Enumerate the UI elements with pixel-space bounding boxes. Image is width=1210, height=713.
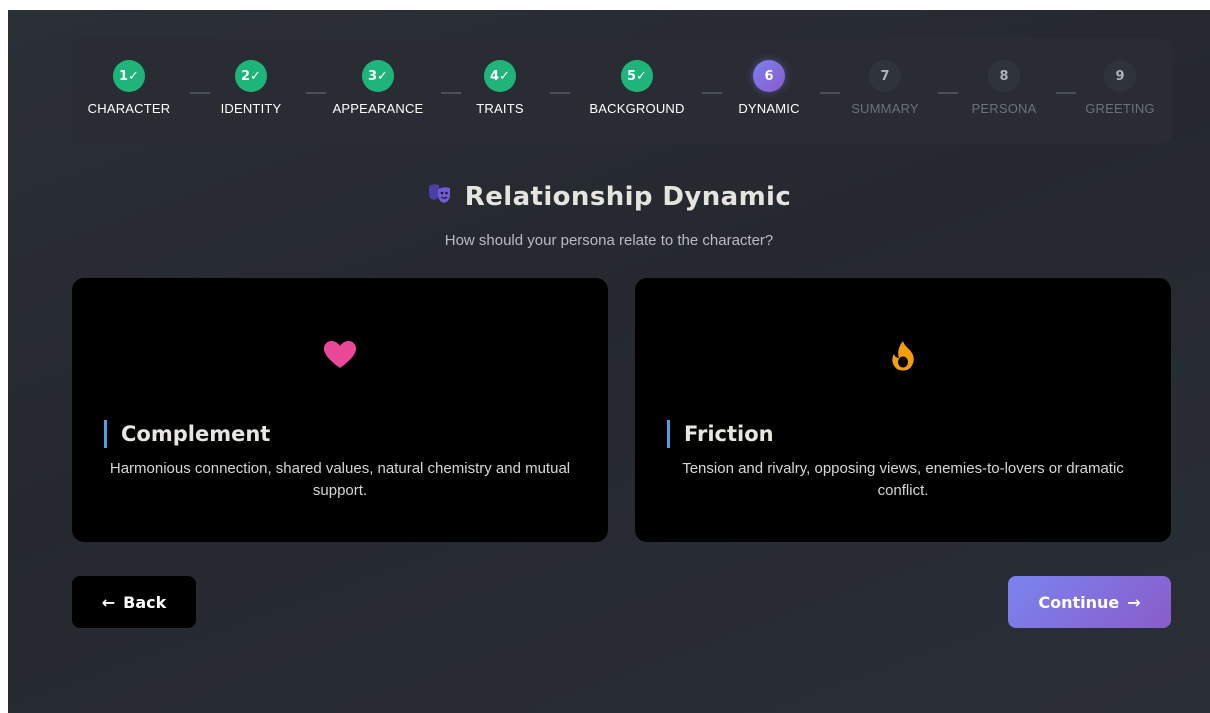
page-heading: Relationship Dynamic [8,182,1210,212]
step-badge: 8 [988,60,1020,92]
option-description: Harmonious connection, shared values, na… [109,460,571,499]
option-description: Tension and rivalry, opposing views, ene… [682,460,1124,499]
step-greeting: 9 GREETING [1065,60,1175,116]
step-badge: 2✓ [235,60,267,92]
theater-masks-icon [427,183,453,211]
step-badge: 6 [753,60,785,92]
progress-stepper: 1✓ CHARACTER 2✓ IDENTITY 3✓ APPEARANCE 4… [72,38,1172,144]
option-title: Friction [667,420,774,448]
step-badge: 9 [1104,60,1136,92]
step-label: SUMMARY [851,101,919,116]
step-background[interactable]: 5✓ BACKGROUND [582,60,692,116]
step-summary: 7 SUMMARY [830,60,940,116]
arrow-left-icon: ← [101,592,116,612]
step-dynamic[interactable]: 6 DYNAMIC [714,60,824,116]
option-title: Complement [104,420,270,448]
back-button-label: Back [123,592,167,612]
step-badge: 5✓ [621,60,653,92]
step-badge: 3✓ [362,60,394,92]
step-traits[interactable]: 4✓ TRAITS [445,60,555,116]
step-badge: 4✓ [484,60,516,92]
arrow-right-icon: → [1127,592,1141,612]
step-label: IDENTITY [220,101,282,116]
option-card-complement[interactable]: Complement Harmonious connection, shared… [72,278,608,542]
page-subtitle: How should your persona relate to the ch… [444,232,774,249]
step-label: CHARACTER [87,101,171,116]
step-persona: 8 PERSONA [949,60,1059,116]
step-badge: 7 [869,60,901,92]
step-label: APPEARANCE [332,101,424,116]
step-appearance[interactable]: 3✓ APPEARANCE [323,60,433,116]
step-identity[interactable]: 2✓ IDENTITY [196,60,306,116]
page-title: Relationship Dynamic [464,182,792,212]
step-label: DYNAMIC [738,101,800,116]
fire-icon [635,340,1171,379]
continue-button-label: Continue [1038,592,1120,612]
step-badge: 1✓ [113,60,145,92]
step-connector [550,92,570,94]
step-character[interactable]: 1✓ CHARACTER [74,60,184,116]
heart-icon [72,340,608,377]
step-label: BACKGROUND [589,101,685,116]
step-label: PERSONA [971,101,1037,116]
option-card-friction[interactable]: Friction Tension and rivalry, opposing v… [635,278,1171,542]
step-label: TRAITS [476,101,524,116]
back-button[interactable]: ← Back [72,576,196,628]
step-label: GREETING [1085,101,1155,116]
wizard-frame: 1✓ CHARACTER 2✓ IDENTITY 3✓ APPEARANCE 4… [8,10,1210,713]
continue-button[interactable]: Continue → [1008,576,1171,628]
